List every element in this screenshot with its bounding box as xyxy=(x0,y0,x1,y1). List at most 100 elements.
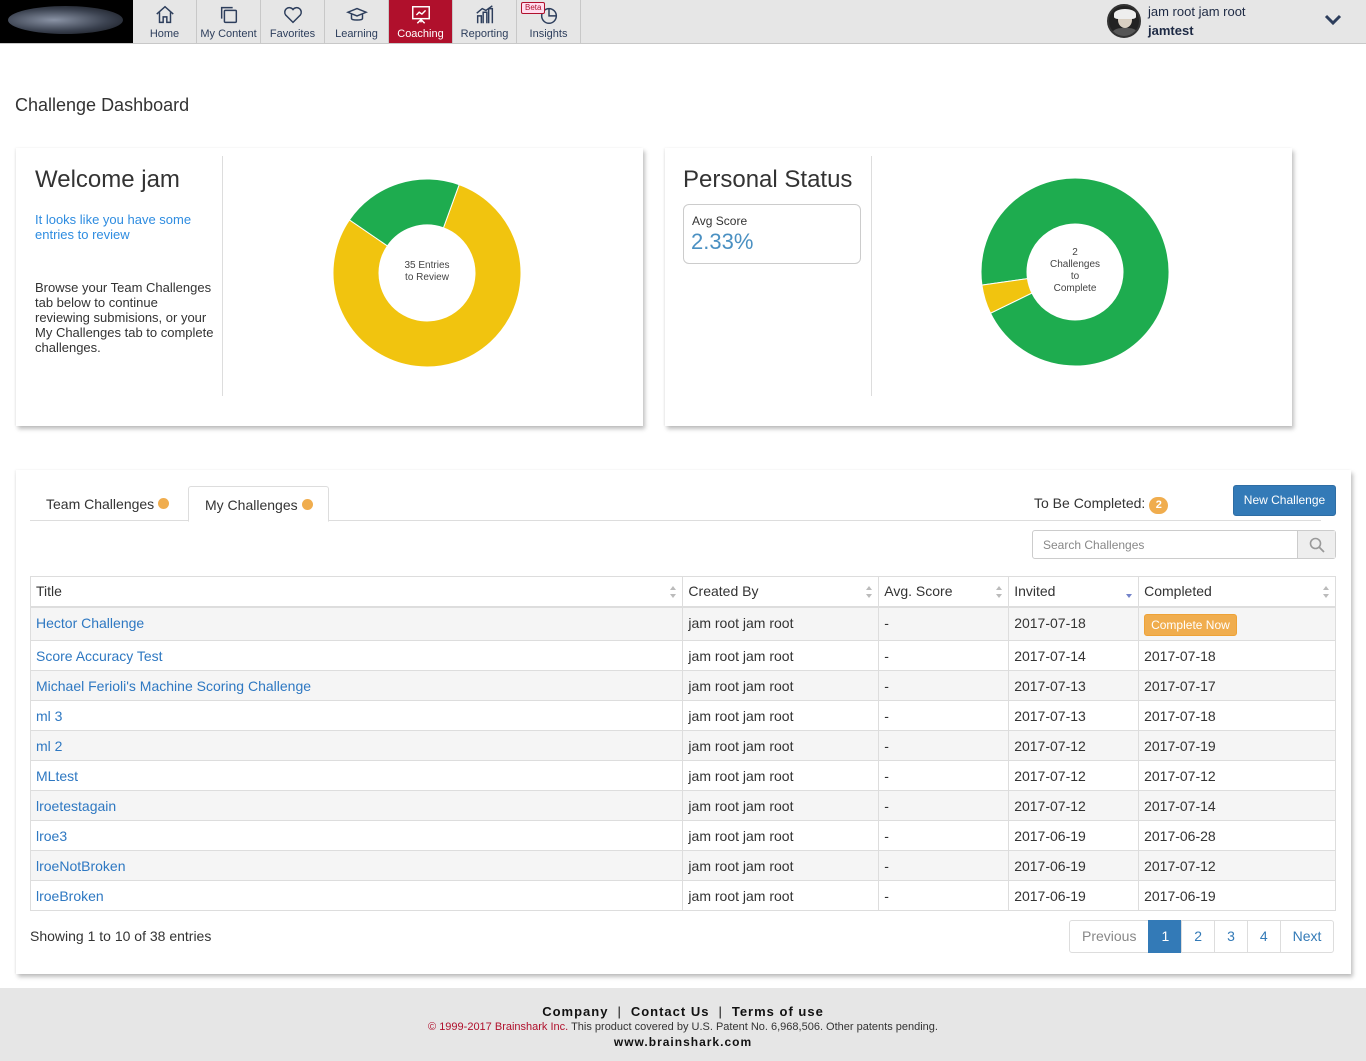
brand-logo[interactable] xyxy=(0,0,133,43)
column-header-title[interactable]: Title xyxy=(29,576,684,608)
created-by-text: jam root jam root xyxy=(688,857,794,874)
cell-completed: Complete Now xyxy=(1138,606,1336,641)
cell-invited: 2017-06-19 xyxy=(1008,880,1140,911)
nav-insights[interactable]: Beta Insights xyxy=(517,0,581,43)
cell-avg-score: - xyxy=(878,640,1010,671)
donut-center-line: 2 xyxy=(1072,247,1078,258)
new-challenge-button[interactable]: New Challenge xyxy=(1233,485,1336,516)
search-button[interactable] xyxy=(1297,531,1335,558)
avg-score-text: - xyxy=(884,677,889,694)
nav-reporting[interactable]: Reporting xyxy=(453,0,517,43)
created-by-text: jam root jam root xyxy=(688,677,794,694)
challenge-title-link[interactable]: MLtest xyxy=(36,768,78,784)
invited-date: 2017-06-19 xyxy=(1014,887,1086,904)
top-navigation-bar: Home My Content Favorites Learning Coach… xyxy=(0,0,1366,44)
table-row: ml 3 jam root jam root - 2017-07-13 2017-07-… xyxy=(29,700,1336,731)
pagination-page[interactable]: 3 xyxy=(1214,920,1248,953)
created-by-text: jam root jam root xyxy=(688,827,794,844)
invited-date: 2017-07-13 xyxy=(1014,677,1086,694)
cell-completed: 2017-07-18 xyxy=(1138,700,1336,731)
pagination-next[interactable]: Next xyxy=(1279,920,1335,953)
sort-desc-icon xyxy=(1126,594,1133,598)
pagination-previous[interactable]: Previous xyxy=(1069,920,1150,953)
cell-invited: 2017-07-13 xyxy=(1008,700,1140,731)
cell-invited: 2017-06-19 xyxy=(1008,850,1140,881)
challenge-title-link[interactable]: lroeBroken xyxy=(36,888,104,904)
avg-score-text: - xyxy=(884,737,889,754)
invited-date: 2017-06-19 xyxy=(1014,857,1086,874)
footer-link-contact[interactable]: Contact Us xyxy=(631,1004,710,1019)
cell-invited: 2017-07-14 xyxy=(1008,640,1140,671)
avg-score-text: - xyxy=(884,614,889,631)
completed-date: 2017-07-18 xyxy=(1144,707,1216,724)
avg-score-box: Avg Score 2.33% xyxy=(683,204,861,264)
sort-icon xyxy=(670,586,677,598)
cell-created-by: jam root jam root xyxy=(682,850,880,881)
challenge-title-link[interactable]: lroeNotBroken xyxy=(36,858,126,874)
cell-created-by: jam root jam root xyxy=(682,670,880,701)
created-by-text: jam root jam root xyxy=(688,707,794,724)
pagination-page[interactable]: 4 xyxy=(1246,920,1281,953)
challenge-title-link[interactable]: lroe3 xyxy=(36,828,67,844)
heart-icon xyxy=(283,6,302,24)
complete-now-button[interactable]: Complete Now xyxy=(1144,613,1237,636)
donut-center-line: 35 Entries xyxy=(404,260,450,271)
review-entries-link[interactable]: It looks like you have some entries to r… xyxy=(35,212,215,242)
nav-insights-label: Insights xyxy=(529,28,568,40)
table-row: lroe3 jam root jam root - 2017-06-19 2017-06… xyxy=(29,820,1336,851)
avg-score-text: - xyxy=(884,767,889,784)
nav-favorites[interactable]: Favorites xyxy=(261,0,325,43)
tab-my-challenges[interactable]: My Challenges xyxy=(188,486,329,522)
challenge-title-link[interactable]: Score Accuracy Test xyxy=(36,648,163,664)
cell-completed: 2017-06-28 xyxy=(1138,820,1336,851)
cell-title: Hector Challenge xyxy=(29,606,684,641)
nav-favorites-label: Favorites xyxy=(269,28,316,40)
challenge-title-link[interactable]: ml 3 xyxy=(36,708,62,724)
donut-center-label: 35 Entries to Review xyxy=(392,260,462,284)
cell-created-by: jam root jam root xyxy=(682,700,880,731)
personal-status-card: Personal Status Avg Score 2.33% 2 Challe… xyxy=(665,148,1292,426)
pagination-page[interactable]: 2 xyxy=(1181,920,1216,953)
footer-link-company[interactable]: Company xyxy=(542,1004,608,1019)
challenge-title-link[interactable]: Michael Ferioli's Machine Scoring Challe… xyxy=(36,678,311,694)
to-be-completed-label: To Be Completed: xyxy=(1034,495,1146,511)
cell-completed: 2017-07-17 xyxy=(1138,670,1336,701)
cell-completed: 2017-07-18 xyxy=(1138,640,1336,671)
avg-score-text: - xyxy=(884,827,889,844)
table-row: Michael Ferioli's Machine Scoring Challe… xyxy=(29,670,1336,701)
user-menu[interactable]: jam root jam root jamtest xyxy=(1107,4,1357,40)
cell-invited: 2017-07-18 xyxy=(1008,606,1140,641)
main-nav: Home My Content Favorites Learning Coach… xyxy=(133,0,581,43)
pagination-page[interactable]: 1 xyxy=(1148,920,1183,953)
challenge-title-link[interactable]: lroetestagain xyxy=(36,798,116,814)
nav-coaching[interactable]: Coaching xyxy=(389,0,453,43)
footer-url[interactable]: www.brainshark.com xyxy=(0,1035,1366,1049)
pagination: Previous 1 2 3 4 Next xyxy=(1069,920,1335,953)
avg-score-value: 2.33% xyxy=(691,229,754,254)
column-header-created-by[interactable]: Created By xyxy=(682,576,880,608)
welcome-card: Welcome jam It looks like you have some … xyxy=(16,148,643,426)
footer-link-terms[interactable]: Terms of use xyxy=(732,1004,824,1019)
nav-home[interactable]: Home xyxy=(133,0,197,43)
chevron-down-icon[interactable] xyxy=(1323,12,1343,28)
column-header-completed[interactable]: Completed xyxy=(1138,576,1336,608)
cell-title: Score Accuracy Test xyxy=(29,640,684,671)
cell-completed: 2017-07-19 xyxy=(1138,730,1336,761)
completed-date: 2017-07-12 xyxy=(1144,767,1216,784)
column-header-invited[interactable]: Invited xyxy=(1008,576,1140,608)
cell-invited: 2017-07-13 xyxy=(1008,670,1140,701)
challenge-title-link[interactable]: Hector Challenge xyxy=(36,615,144,631)
tab-team-challenges[interactable]: Team Challenges xyxy=(30,486,186,521)
completed-date: 2017-07-17 xyxy=(1144,677,1216,694)
cell-created-by: jam root jam root xyxy=(682,640,880,671)
nav-learning[interactable]: Learning xyxy=(325,0,389,43)
bar-chart-icon xyxy=(475,5,493,24)
created-by-text: jam root jam root xyxy=(688,737,794,754)
challenge-title-link[interactable]: ml 2 xyxy=(36,738,62,754)
search-input[interactable] xyxy=(1033,531,1297,558)
column-header-avg-score[interactable]: Avg. Score xyxy=(878,576,1010,608)
nav-my-content[interactable]: My Content xyxy=(197,0,261,43)
avg-score-text: - xyxy=(884,887,889,904)
invited-date: 2017-06-19 xyxy=(1014,827,1086,844)
sort-icon xyxy=(996,586,1003,598)
